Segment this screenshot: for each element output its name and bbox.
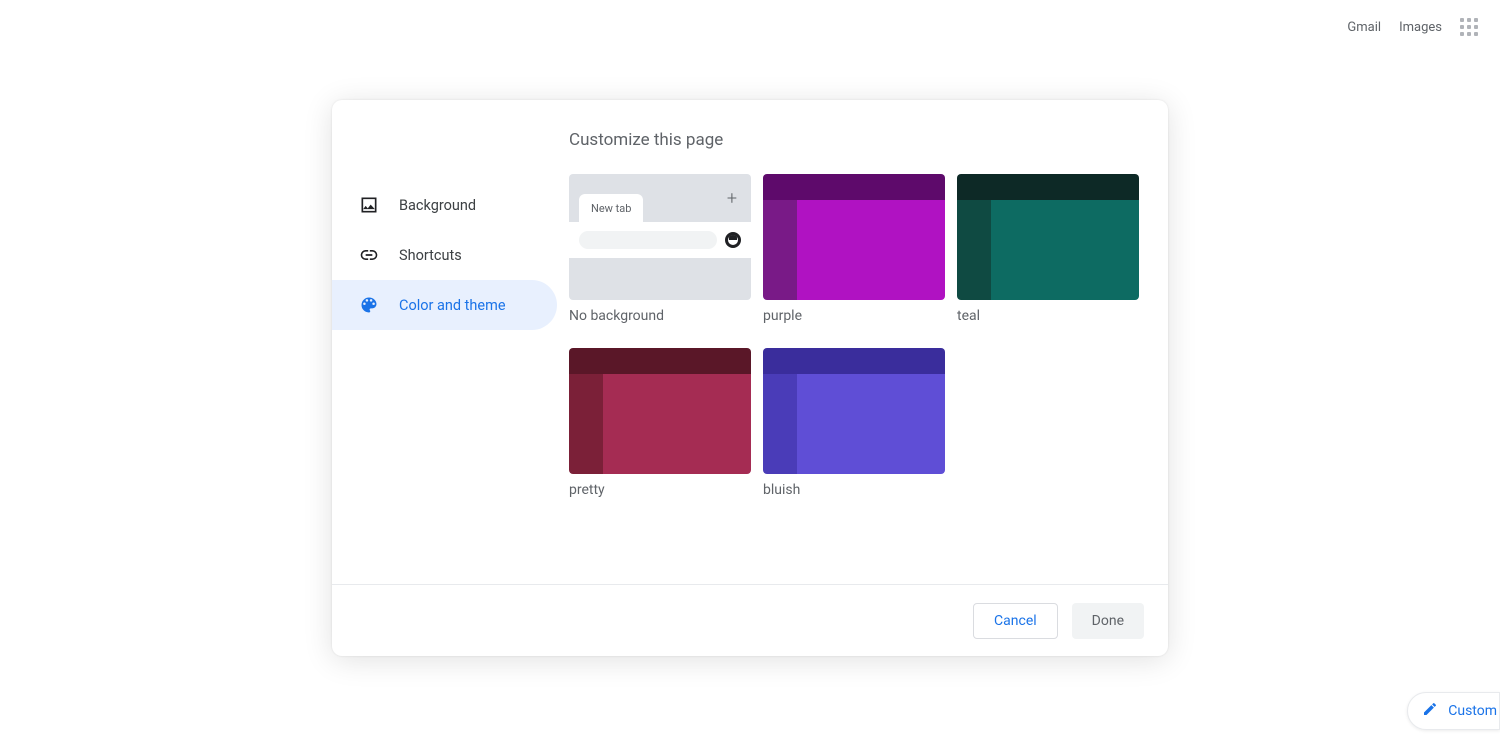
dialog-footer: Cancel Done: [332, 584, 1168, 656]
image-icon: [359, 195, 379, 215]
customize-label: Custom: [1448, 703, 1497, 719]
theme-preview: [957, 174, 1139, 300]
theme-option-purple[interactable]: purple: [763, 174, 945, 324]
dialog-content: Customize this page New tab +: [557, 100, 1168, 584]
dialog-body: Background Shortcuts Color and theme Cus…: [332, 100, 1168, 584]
cancel-button[interactable]: Cancel: [973, 603, 1058, 639]
theme-preview: [763, 348, 945, 474]
pencil-icon: [1422, 701, 1438, 721]
theme-label: pretty: [569, 482, 751, 498]
theme-option-bluish[interactable]: bluish: [763, 348, 945, 498]
images-link[interactable]: Images: [1399, 20, 1442, 35]
theme-preview: New tab +: [569, 174, 751, 300]
apps-icon[interactable]: [1460, 18, 1478, 36]
sidebar-item-label: Shortcuts: [399, 247, 462, 264]
sidebar-item-label: Color and theme: [399, 297, 506, 314]
gmail-link[interactable]: Gmail: [1347, 20, 1381, 35]
theme-preview: [569, 348, 751, 474]
theme-option-pretty[interactable]: pretty: [569, 348, 751, 498]
theme-scroll[interactable]: New tab + No background: [569, 174, 1168, 584]
preview-tab: New tab: [579, 194, 643, 222]
sidebar-item-color-theme[interactable]: Color and theme: [332, 280, 557, 330]
sidebar-item-shortcuts[interactable]: Shortcuts: [332, 230, 557, 280]
avatar-icon: [725, 232, 741, 248]
theme-option-teal[interactable]: teal: [957, 174, 1139, 324]
done-button[interactable]: Done: [1072, 603, 1144, 639]
page-header: Gmail Images: [1347, 18, 1478, 36]
palette-icon: [359, 295, 379, 315]
plus-icon: +: [727, 188, 737, 209]
customize-dialog: Background Shortcuts Color and theme Cus…: [332, 100, 1168, 656]
dialog-title: Customize this page: [569, 130, 1168, 150]
customize-button[interactable]: Custom: [1407, 692, 1500, 730]
theme-grid: New tab + No background: [569, 174, 1154, 518]
theme-label: No background: [569, 308, 751, 324]
theme-preview: [763, 174, 945, 300]
theme-label: purple: [763, 308, 945, 324]
dialog-sidebar: Background Shortcuts Color and theme: [332, 100, 557, 584]
theme-label: bluish: [763, 482, 945, 498]
link-icon: [359, 245, 379, 265]
theme-option-none[interactable]: New tab + No background: [569, 174, 751, 324]
sidebar-item-label: Background: [399, 197, 476, 214]
theme-label: teal: [957, 308, 1139, 324]
sidebar-item-background[interactable]: Background: [332, 180, 557, 230]
